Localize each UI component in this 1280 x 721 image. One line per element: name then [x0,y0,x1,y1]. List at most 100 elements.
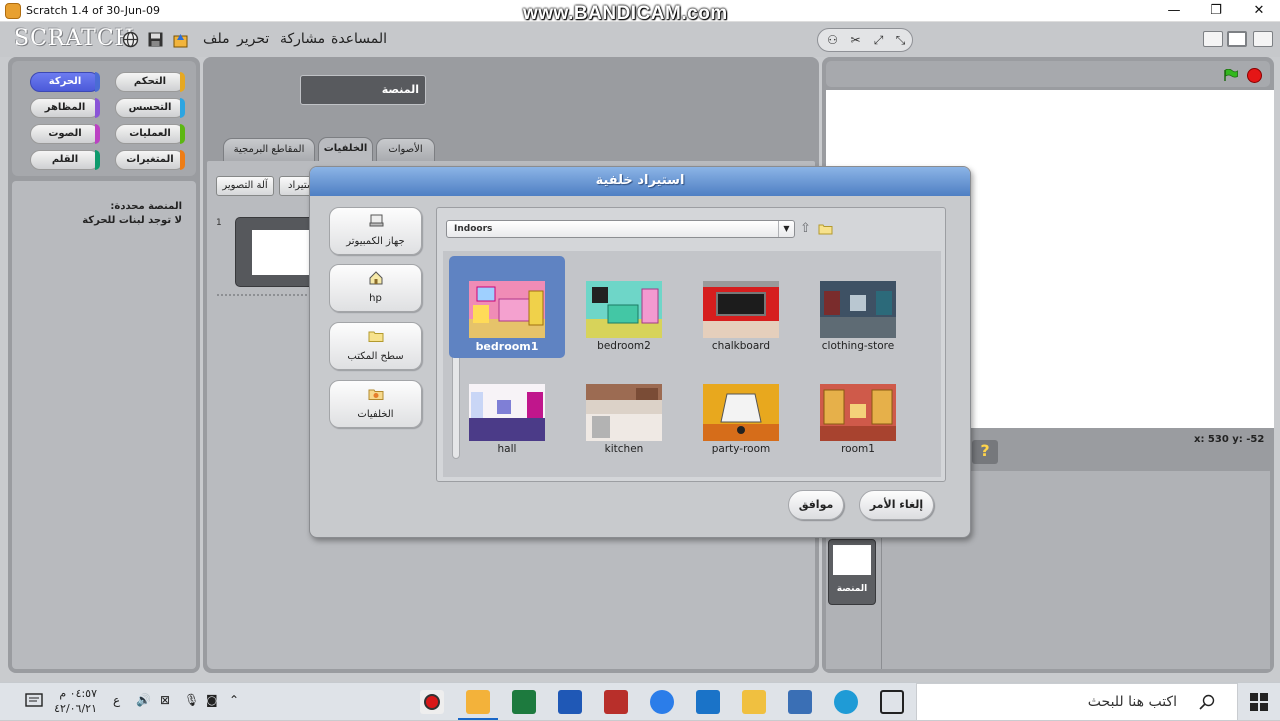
task-view-icon[interactable] [880,690,904,714]
chevron-up-icon[interactable]: ⌃ [229,693,239,707]
clothing-store-thumbnail [820,281,896,338]
edge-icon[interactable] [834,690,858,714]
chrome-icon[interactable] [650,690,674,714]
stage-thumbnail-label: المنصة [836,584,868,594]
stop-icon[interactable] [1247,68,1262,83]
input-language-indicator[interactable]: ع [113,693,120,707]
folder-dropdown-value: Indoors [454,224,493,234]
microphone-icon[interactable]: 🎙 [184,693,199,707]
location-desktop-button[interactable]: سطح المكتب [329,322,422,370]
location-computer-button[interactable]: جهاز الكمبيوتر [329,207,422,255]
file-item-kitchen[interactable]: kitchen [566,359,682,461]
file-grid: bedroom1 bedroom2 chalkboard clothing-st… [443,251,941,477]
location-backgrounds-button[interactable]: الخلفيات [329,380,422,428]
grow-tool-icon[interactable]: ⤢ [870,32,887,49]
taskbar-search[interactable]: اكتب هنا للبحث [916,683,1238,721]
share-icon[interactable] [172,31,189,48]
file-label: bedroom2 [597,340,651,352]
chalkboard-thumbnail [703,281,779,338]
camera-button[interactable]: آلة التصوير [216,176,274,196]
import-background-dialog: استيراد خلفية جهاز الكمبيوتر hp سطح المك… [309,166,971,538]
globe-icon[interactable] [122,31,139,48]
excel-icon[interactable] [512,690,536,714]
location-hp-button[interactable]: hp [329,264,422,312]
file-item-party-room[interactable]: party-room [683,359,799,461]
category-motion[interactable]: الحركة [30,72,100,92]
tab-sounds[interactable]: الأصوات [376,138,435,161]
mail-icon[interactable] [696,690,720,714]
chevron-down-icon[interactable]: ▼ [778,221,794,237]
location-label: سطح المكتب [347,351,404,362]
windows-start-icon[interactable] [1250,693,1268,711]
dialog-title: استيراد خلفية [595,173,685,188]
word-icon[interactable] [558,690,582,714]
delete-tool-icon[interactable]: ✂ [847,32,864,49]
party-room-thumbnail [703,384,779,441]
normal-stage-mode-button[interactable] [1227,31,1247,47]
minimize-button[interactable]: — [1151,1,1197,21]
menu-file[interactable]: ملف [203,31,230,47]
scratch-logo: SCRATCH [14,26,135,51]
help-icon[interactable]: ? [972,440,998,464]
window-title: Scratch 1.4 of 30-Jun-09 [26,4,160,17]
cancel-button[interactable]: إلغاء الأمر [859,490,934,520]
clock-time: ٠٤:٥٧ م [59,687,97,700]
tab-backgrounds[interactable]: الخلفيات [318,137,373,162]
menu-edit[interactable]: تحرير [237,31,269,47]
store-icon[interactable] [788,690,812,714]
ok-button[interactable]: موافق [788,490,844,520]
network-icon[interactable]: ⊠ [160,693,170,707]
category-sensing[interactable]: التحسس [115,98,185,118]
file-item-bedroom2[interactable]: bedroom2 [566,256,682,358]
palette-message-line2: لا توجد لبنات للحركة [82,215,182,226]
notifications-icon[interactable] [25,693,43,709]
small-stage-mode-button[interactable] [1203,31,1223,47]
category-pen[interactable]: القلم [30,150,100,170]
file-item-chalkboard[interactable]: chalkboard [683,256,799,358]
bandicam-record-icon[interactable] [420,690,444,714]
search-placeholder: اكتب هنا للبحث [1087,694,1177,710]
menu-share[interactable]: مشاركة [280,31,325,47]
blocks-palette: المنصة محددة: لا توجد لبنات للحركة [12,181,196,669]
bedroom1-thumbnail [469,281,545,338]
location-label: hp [369,293,382,304]
file-label: kitchen [604,443,644,455]
folder-dropdown[interactable]: Indoors ▼ [446,220,795,238]
up-folder-icon[interactable]: ⇧ [800,221,814,236]
duplicate-tool-icon[interactable]: ⚇ [824,32,841,49]
category-variables[interactable]: المتغيرات [115,150,185,170]
save-icon[interactable] [147,31,164,48]
shrink-tool-icon[interactable]: ⤡ [892,32,909,49]
file-label: clothing-store [821,340,895,352]
room1-thumbnail [820,384,896,441]
file-item-clothing-store[interactable]: clothing-store [800,256,916,358]
sprite-name-field[interactable]: المنصة [300,75,426,105]
category-sound[interactable]: الصوت [30,124,100,144]
tab-scripts[interactable]: المقاطع البرمجية [223,138,315,161]
category-operators[interactable]: العمليات [115,124,185,144]
menu-help[interactable]: المساعدة [331,31,387,47]
presentation-mode-button[interactable] [1253,31,1273,47]
file-item-bedroom1[interactable]: bedroom1 [449,256,565,358]
file-explorer-icon[interactable] [742,690,766,714]
stage-thumbnail[interactable]: المنصة [828,539,876,605]
file-item-room1[interactable]: room1 [800,359,916,461]
category-looks[interactable]: المظاهر [30,98,100,118]
green-flag-icon[interactable] [1224,69,1238,81]
category-selector: الحركة التحكم المظاهر التحسس الصوت العمل… [12,61,196,176]
category-control[interactable]: التحكم [115,72,185,92]
volume-icon[interactable]: 🔊 [136,693,151,707]
maximize-button[interactable]: ❐ [1193,1,1239,21]
file-item-hall[interactable]: hall [449,359,565,461]
system-clock[interactable]: ٠٤:٥٧ م ٤٢/٠٦/٢١ [54,686,97,716]
palette-message: المنصة محددة: لا توجد لبنات للحركة [82,200,182,228]
new-folder-icon[interactable] [818,223,833,235]
dialog-titlebar[interactable]: استيراد خلفية [310,167,970,196]
sprite-tools: ⚇ ✂ ⤢ ⤡ [817,28,913,52]
file-label: chalkboard [711,340,771,352]
camera-tray-icon[interactable]: ◙ [206,693,218,707]
spss-icon[interactable] [604,690,628,714]
scratch-app-icon[interactable] [466,690,490,714]
close-button[interactable]: ✕ [1236,1,1280,21]
window-titlebar: Scratch 1.4 of 30-Jun-09 www.BANDICAM.co… [0,0,1280,24]
